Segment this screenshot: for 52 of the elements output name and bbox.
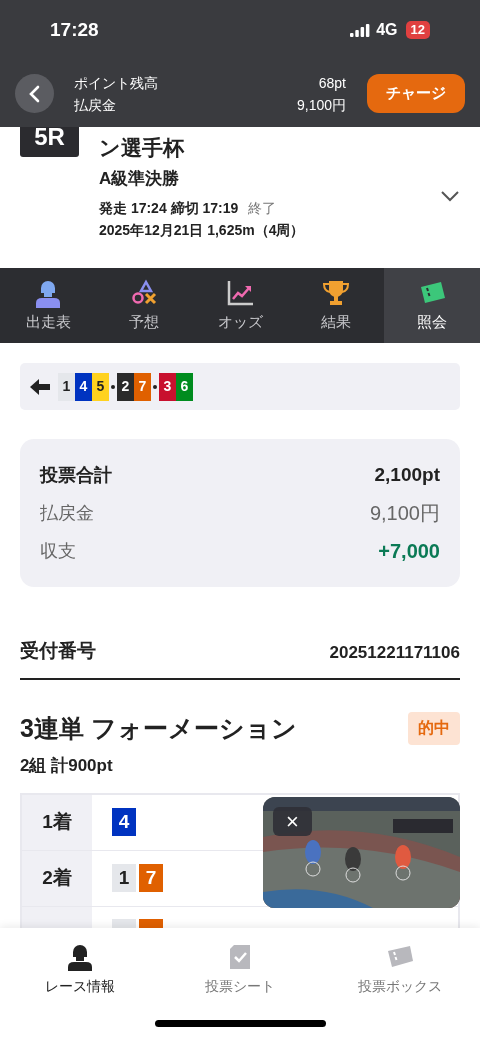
- number-tile: 7: [134, 372, 151, 401]
- race-number: 5R: [20, 127, 79, 157]
- network-label: 4G: [376, 20, 398, 40]
- battery-icon: 12: [405, 21, 430, 39]
- number-tile: 4: [112, 808, 136, 836]
- balance-value: 68pt: [318, 73, 346, 93]
- balance-label: ポイント残高: [74, 73, 158, 93]
- number-tile: 6: [176, 372, 193, 401]
- number-tile: 3: [159, 372, 176, 401]
- race-title: ン選手杯: [99, 135, 186, 161]
- bottom-tab[interactable]: 投票ボックス: [320, 928, 480, 1003]
- table-cell: 1着: [22, 794, 92, 850]
- summary-value: 2,100pt: [374, 463, 440, 487]
- summary-label: 払戻金: [40, 502, 94, 525]
- chevron-down-icon[interactable]: [440, 190, 460, 202]
- number-tile: 5: [92, 372, 109, 401]
- summary-label: 収支: [40, 540, 76, 563]
- race-schedule: 発走 17:24 締切 17:19: [99, 199, 239, 218]
- close-button[interactable]: ×: [273, 807, 312, 836]
- number-tile: 1: [112, 864, 136, 892]
- signal-icon: [350, 23, 371, 37]
- nav-tab[interactable]: 照会: [384, 268, 480, 343]
- payout-label: 払戻金: [74, 95, 117, 115]
- number-tile: 1: [58, 372, 75, 401]
- summary-value: +7,000: [378, 539, 440, 564]
- race-grade: A級準決勝: [99, 168, 181, 190]
- nav-tab[interactable]: 予想: [96, 268, 192, 343]
- person-icon: [66, 942, 94, 971]
- bet-title: 3連単 フォーメーション: [20, 712, 297, 744]
- number-tile: 2: [117, 372, 134, 401]
- hit-badge: 的中: [408, 711, 460, 745]
- table-cell: 2着: [22, 850, 92, 906]
- check-sheet-icon: [228, 942, 252, 971]
- race-date: 2025年12月21日 1,625m（4周）: [99, 221, 305, 240]
- receipt-number: 20251221171106: [329, 642, 460, 664]
- summary-label: 投票合計: [40, 464, 112, 487]
- nav-tab[interactable]: 出走表: [0, 268, 96, 343]
- clock: 17:28: [50, 17, 99, 42]
- race-status: 終了: [248, 199, 277, 218]
- back-button[interactable]: [15, 74, 54, 113]
- arrow-left-icon: [30, 378, 50, 395]
- nav-tab[interactable]: 結果: [288, 268, 384, 343]
- receipt-label: 受付番号: [20, 639, 96, 663]
- number-tile: 7: [139, 864, 163, 892]
- back-icon: [27, 84, 42, 103]
- summary-value: 9,100円: [369, 501, 440, 526]
- number-tile: 4: [75, 372, 92, 401]
- bottom-tab[interactable]: レース情報: [0, 928, 160, 1003]
- payout-value: 9,100円: [296, 95, 346, 115]
- bet-subtitle: 2組 計900pt: [20, 755, 114, 777]
- bottom-tab[interactable]: 投票シート: [160, 928, 320, 1003]
- nav-tab[interactable]: オッズ: [192, 268, 288, 343]
